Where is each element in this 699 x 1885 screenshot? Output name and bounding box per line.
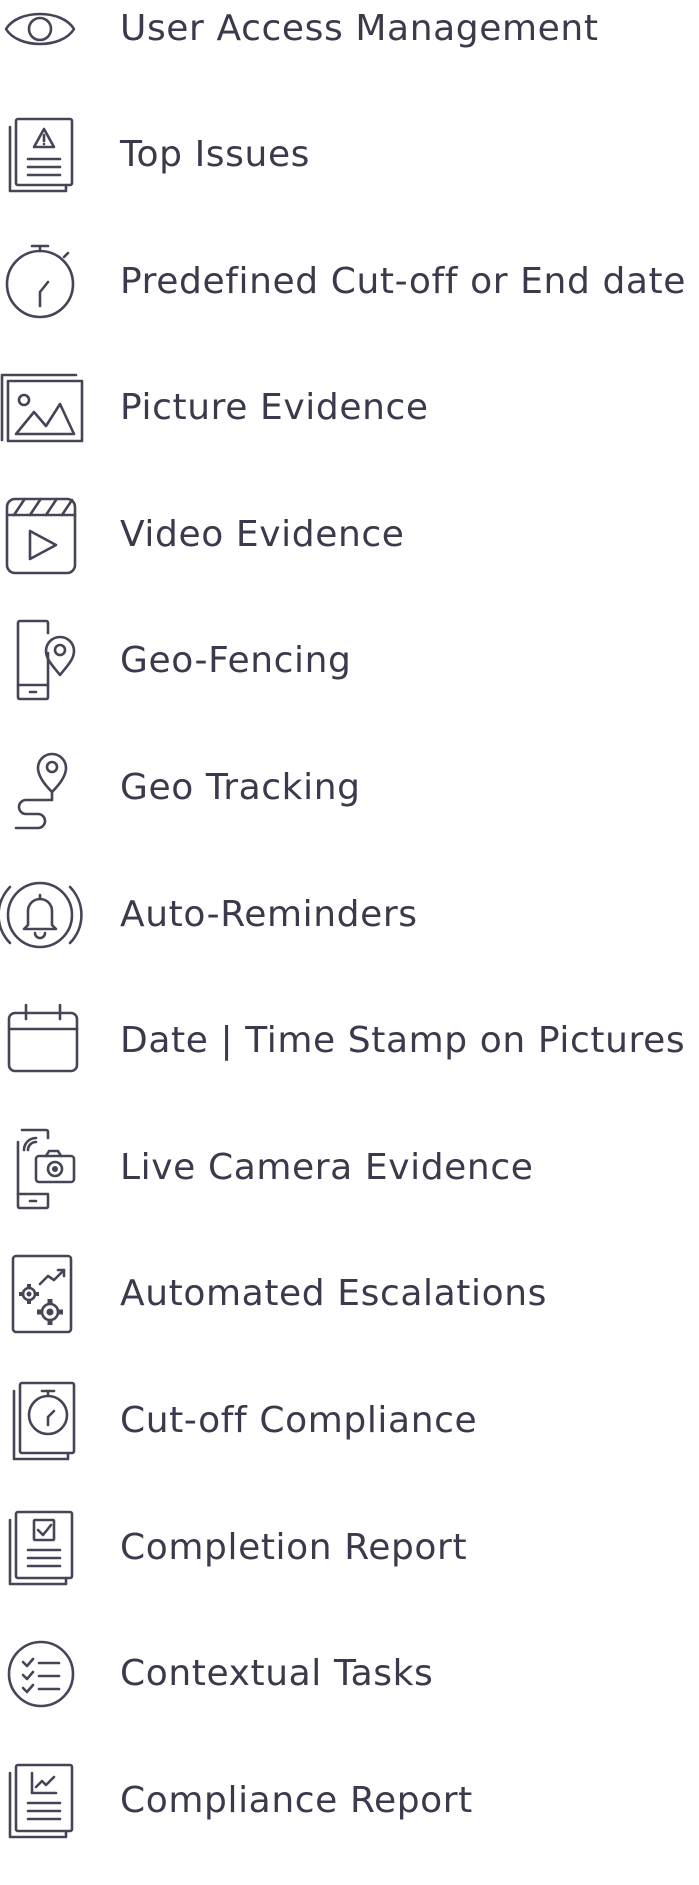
feature-label: Live Camera Evidence (120, 1147, 534, 1188)
feature-label: Geo Tracking (120, 767, 361, 808)
feature-label: Cut-off Compliance (120, 1400, 478, 1441)
feature-label: Date | Time Stamp on Pictures (120, 1020, 686, 1061)
route-location-pin-icon (0, 746, 86, 830)
chart-document-icon (0, 1759, 86, 1843)
feature-label: Contextual Tasks (120, 1653, 434, 1694)
timer-document-icon (0, 1379, 86, 1463)
checklist-icon (0, 1632, 86, 1716)
ringing-bell-icon (0, 873, 86, 957)
feature-item-video-evidence: Video Evidence (0, 493, 699, 619)
feature-item-cut-off-compliance: Cut-off Compliance (0, 1379, 699, 1505)
feature-item-user-access-management: User Access Management (0, 0, 699, 113)
feature-label: Automated Escalations (120, 1273, 548, 1314)
feature-label: Auto-Reminders (120, 894, 418, 935)
warning-document-icon (0, 113, 86, 197)
stopwatch-icon (0, 240, 86, 324)
feature-label: Compliance Report (120, 1780, 473, 1821)
feature-item-date-time-stamp: Date | Time Stamp on Pictures (0, 999, 699, 1125)
feature-label: Video Evidence (120, 514, 405, 555)
phone-location-pin-icon (0, 619, 86, 703)
feature-item-picture-evidence: Picture Evidence (0, 366, 699, 492)
feature-item-completion-report: Completion Report (0, 1506, 699, 1632)
feature-item-compliance-report: Compliance Report (0, 1759, 699, 1885)
checkbox-document-icon (0, 1506, 86, 1590)
eye-icon (0, 0, 86, 71)
feature-label: User Access Management (120, 8, 599, 49)
gears-trend-icon (0, 1252, 86, 1336)
feature-item-predefined-cut-off: Predefined Cut-off or End date (0, 240, 699, 366)
feature-label: Picture Evidence (120, 387, 429, 428)
feature-label: Top Issues (120, 134, 311, 175)
feature-item-automated-escalations: Automated Escalations (0, 1252, 699, 1378)
feature-item-contextual-tasks: Contextual Tasks (0, 1632, 699, 1758)
feature-item-geo-tracking: Geo Tracking (0, 746, 699, 872)
feature-item-auto-reminders: Auto-Reminders (0, 873, 699, 999)
feature-label: Completion Report (120, 1527, 468, 1568)
feature-item-live-camera-evidence: Live Camera Evidence (0, 1126, 699, 1252)
image-icon (0, 366, 86, 450)
feature-item-top-issues: Top Issues (0, 113, 699, 239)
feature-item-geo-fencing: Geo-Fencing (0, 619, 699, 745)
phone-camera-icon (0, 1126, 86, 1210)
calendar-icon (0, 999, 86, 1083)
feature-label: Predefined Cut-off or End date (120, 261, 687, 302)
feature-label: Geo-Fencing (120, 640, 352, 681)
video-clapper-icon (0, 493, 86, 577)
